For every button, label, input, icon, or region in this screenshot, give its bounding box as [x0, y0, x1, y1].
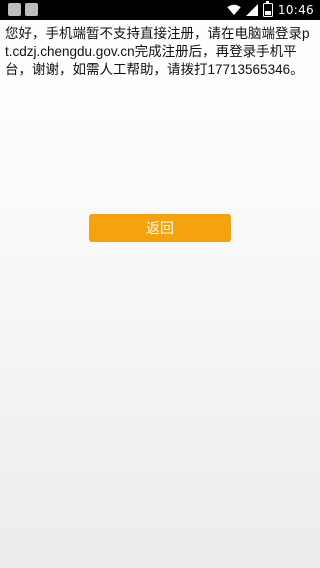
wifi-icon [227, 4, 241, 16]
notification-icon [8, 3, 21, 16]
status-time: 10:46 [277, 3, 314, 17]
registration-notice-text: 您好，手机端暂不支持直接注册，请在电脑端登录pt.cdzj.chengdu.go… [5, 26, 310, 77]
status-bar: 10:46 [0, 0, 320, 20]
notification-icon [25, 3, 38, 16]
battery-icon [262, 1, 273, 17]
status-bar-indicators: 10:46 [227, 1, 314, 18]
signal-icon [245, 4, 258, 16]
status-bar-notifications [8, 3, 38, 16]
back-button[interactable]: 返回 [89, 214, 231, 242]
